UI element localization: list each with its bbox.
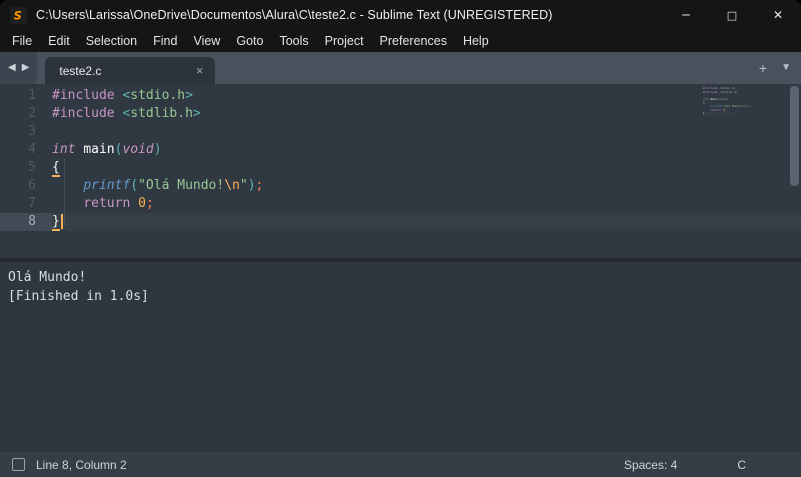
indent-guide (64, 159, 65, 225)
code-token: \n (224, 178, 240, 193)
scrollbar-thumb[interactable] (790, 86, 799, 186)
code-token: 0 (138, 196, 146, 211)
code-text: return 0; (52, 195, 801, 213)
status-right: Spaces: 4 C (624, 458, 801, 472)
tab-close-icon[interactable]: × (194, 64, 206, 77)
code-line: 2#include <stdlib.h> (0, 105, 801, 123)
menu-goto[interactable]: Goto (228, 32, 271, 50)
code-token: void (122, 142, 153, 157)
code-text: int main(void) (52, 141, 801, 159)
syntax-setting[interactable]: C (737, 458, 746, 472)
code-text: #include <stdio.h> (52, 87, 801, 105)
output-line: Olá Mundo! (8, 268, 793, 287)
status-left: Line 8, Column 2 (0, 458, 127, 472)
menu-tools[interactable]: Tools (271, 32, 316, 50)
window-controls: ─ □ ✕ (663, 0, 801, 30)
code-token: main (83, 142, 114, 157)
next-tab-icon[interactable]: ▶ (22, 63, 30, 73)
code-token: ) (154, 142, 162, 157)
text-cursor (61, 214, 63, 229)
menu-view[interactable]: View (185, 32, 228, 50)
code-line: 7 return 0; (0, 195, 801, 213)
cursor-position: Line 8, Column 2 (36, 458, 127, 472)
menu-project[interactable]: Project (317, 32, 372, 50)
line-number: 1 (0, 87, 52, 105)
code-token: > (193, 106, 201, 121)
code-token: printf (83, 178, 130, 193)
tab-actions: + ▼ (759, 52, 791, 84)
menu-find[interactable]: Find (145, 32, 185, 50)
code-token (52, 178, 83, 193)
line-number: 8 (0, 213, 52, 231)
menu-preferences[interactable]: Preferences (372, 32, 455, 50)
menu-bar: File Edit Selection Find View Goto Tools… (0, 30, 801, 52)
status-bar: Line 8, Column 2 Spaces: 4 C (0, 452, 801, 477)
code-token: stdlib.h (130, 106, 193, 121)
code-text: { (52, 159, 801, 177)
code-token: ; (256, 178, 264, 193)
code-line: 6 printf("Olá Mundo!\n"); (0, 177, 801, 195)
line-number: 4 (0, 141, 52, 159)
code-token (52, 196, 83, 211)
prev-tab-icon[interactable]: ◀ (8, 63, 16, 73)
tab-nav-arrows: ◀ ▶ (0, 52, 37, 84)
indent-setting[interactable]: Spaces: 4 (624, 458, 677, 472)
code-token: > (185, 88, 193, 103)
new-tab-icon[interactable]: + (759, 61, 767, 75)
status-square-icon[interactable] (12, 458, 25, 471)
build-output-panel[interactable]: Olá Mundo! [Finished in 1.0s] (0, 262, 801, 452)
code-line: 5{ (0, 159, 801, 177)
code-token (130, 196, 138, 211)
svg-text:S: S (14, 9, 22, 22)
code-token: #include (52, 106, 115, 121)
code-token: #include (52, 88, 115, 103)
code-line: 8} (0, 213, 801, 231)
editor-scrollbar[interactable] (789, 84, 799, 258)
code-token: "Olá Mundo! (138, 178, 224, 193)
code-editor[interactable]: 1#include <stdio.h>2#include <stdlib.h>3… (0, 84, 801, 258)
line-number: 5 (0, 159, 52, 177)
code-lines: 1#include <stdio.h>2#include <stdlib.h>3… (0, 87, 801, 231)
close-button[interactable]: ✕ (755, 0, 801, 30)
code-token: int (52, 142, 75, 157)
code-token: return (83, 196, 130, 211)
code-line: 4int main(void) (0, 141, 801, 159)
code-line: 1#include <stdio.h> (0, 87, 801, 105)
code-token: ( (130, 178, 138, 193)
menu-help[interactable]: Help (455, 32, 497, 50)
title-bar: S C:\Users\Larissa\OneDrive\Documentos\A… (0, 0, 801, 30)
menu-edit[interactable]: Edit (40, 32, 78, 50)
window-title: C:\Users\Larissa\OneDrive\Documentos\Alu… (36, 8, 663, 22)
code-token: ) (248, 178, 256, 193)
minimize-button[interactable]: ─ (663, 0, 709, 30)
code-text: } (52, 213, 801, 231)
sublime-logo-icon: S (10, 7, 27, 24)
line-number: 3 (0, 123, 52, 141)
tab-overflow-icon[interactable]: ▼ (781, 63, 791, 73)
output-line: [Finished in 1.0s] (8, 287, 793, 306)
code-text: printf("Olá Mundo!\n"); (52, 177, 801, 195)
line-number: 7 (0, 195, 52, 213)
menu-selection[interactable]: Selection (78, 32, 145, 50)
maximize-button[interactable]: □ (709, 0, 755, 30)
line-number: 6 (0, 177, 52, 195)
line-number: 2 (0, 105, 52, 123)
tab-bar: ◀ ▶ teste2.c × + ▼ (0, 52, 801, 84)
code-line: 3 (0, 123, 801, 141)
tab-label: teste2.c (59, 64, 193, 78)
code-text: #include <stdlib.h> (52, 105, 801, 123)
code-token: stdio.h (130, 88, 185, 103)
tab-teste2-c[interactable]: teste2.c × (45, 57, 215, 84)
sublime-text-window: S C:\Users\Larissa\OneDrive\Documentos\A… (0, 0, 801, 477)
menu-file[interactable]: File (4, 32, 40, 50)
code-token: ; (146, 196, 154, 211)
code-text (52, 123, 801, 141)
code-token: { (52, 160, 60, 177)
code-token: " (240, 178, 248, 193)
code-token: } (52, 214, 60, 231)
